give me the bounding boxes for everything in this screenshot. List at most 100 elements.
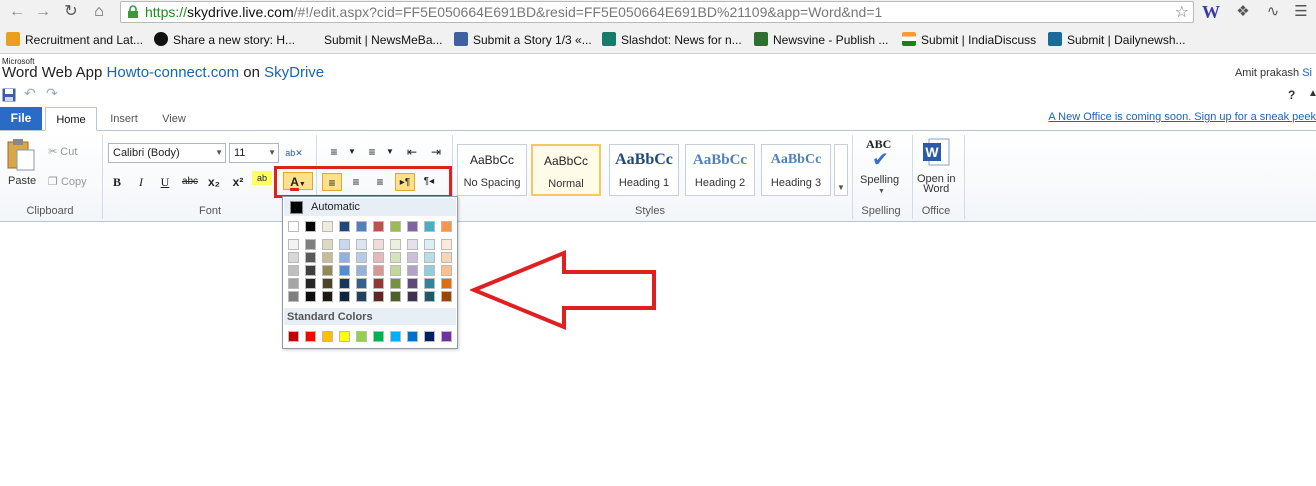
color-swatch[interactable] bbox=[356, 221, 367, 232]
color-swatch[interactable] bbox=[322, 239, 333, 250]
standard-color-swatch[interactable] bbox=[288, 331, 299, 342]
style-heading-1[interactable]: AaBbCc Heading 1 bbox=[609, 144, 679, 196]
more-icon[interactable]: ▲ bbox=[1308, 88, 1316, 99]
color-swatch[interactable] bbox=[407, 252, 418, 263]
color-swatch[interactable] bbox=[339, 291, 350, 302]
standard-color-swatch[interactable] bbox=[305, 331, 316, 342]
increase-indent-icon[interactable]: ⇥ bbox=[426, 143, 446, 161]
font-size-select[interactable]: 11 ▼ bbox=[229, 143, 279, 163]
help-icon[interactable]: ? bbox=[1288, 88, 1295, 102]
color-swatch[interactable] bbox=[339, 278, 350, 289]
numbering-icon[interactable]: ≡ bbox=[362, 143, 382, 161]
color-swatch[interactable] bbox=[356, 239, 367, 250]
color-swatch[interactable] bbox=[407, 265, 418, 276]
color-swatch[interactable] bbox=[305, 291, 316, 302]
new-office-banner-link[interactable]: A New Office is coming soon. Sign up for… bbox=[1048, 111, 1316, 123]
automatic-color-option[interactable]: Automatic bbox=[284, 198, 456, 216]
decrease-indent-icon[interactable]: ⇤ bbox=[402, 143, 422, 161]
color-swatch[interactable] bbox=[322, 252, 333, 263]
color-swatch[interactable] bbox=[339, 221, 350, 232]
color-swatch[interactable] bbox=[424, 278, 435, 289]
color-swatch[interactable] bbox=[288, 252, 299, 263]
save-icon[interactable] bbox=[2, 88, 16, 102]
bold-button[interactable]: B bbox=[107, 173, 127, 191]
star-icon[interactable]: ☆ bbox=[1175, 2, 1189, 22]
color-swatch[interactable] bbox=[288, 278, 299, 289]
color-swatch[interactable] bbox=[407, 291, 418, 302]
bookmark-item[interactable]: Submit a Story 1/3 «... bbox=[454, 30, 592, 50]
color-swatch[interactable] bbox=[305, 265, 316, 276]
color-swatch[interactable] bbox=[424, 265, 435, 276]
color-swatch[interactable] bbox=[373, 291, 384, 302]
color-swatch[interactable] bbox=[373, 278, 384, 289]
redo-icon[interactable]: ↷ bbox=[46, 85, 58, 102]
forward-icon[interactable]: → bbox=[32, 2, 54, 22]
color-swatch[interactable] bbox=[424, 221, 435, 232]
reload-icon[interactable]: ↻ bbox=[60, 2, 82, 22]
color-swatch[interactable] bbox=[305, 278, 316, 289]
color-swatch[interactable] bbox=[373, 265, 384, 276]
color-swatch[interactable] bbox=[441, 265, 452, 276]
color-swatch[interactable] bbox=[322, 221, 333, 232]
color-swatch[interactable] bbox=[441, 239, 452, 250]
open-in-word-button[interactable]: Open in Word bbox=[917, 174, 956, 195]
sign-out-link[interactable]: Si bbox=[1302, 67, 1312, 79]
color-swatch[interactable] bbox=[356, 278, 367, 289]
tab-file[interactable]: File bbox=[0, 107, 42, 130]
spelling-button[interactable]: Spelling bbox=[860, 174, 899, 186]
standard-color-swatch[interactable] bbox=[390, 331, 401, 342]
color-swatch[interactable] bbox=[390, 252, 401, 263]
chevron-down-icon[interactable]: ▼ bbox=[342, 143, 362, 161]
subscript-button[interactable]: x₂ bbox=[204, 173, 224, 191]
bookmark-item[interactable]: Submit | IndiaDiscuss bbox=[902, 30, 1036, 50]
word-icon[interactable]: W bbox=[921, 137, 951, 167]
menu-icon[interactable]: ☰ bbox=[1290, 2, 1312, 22]
standard-color-swatch[interactable] bbox=[424, 331, 435, 342]
color-swatch[interactable] bbox=[288, 265, 299, 276]
bookmark-item[interactable]: Share a new story: H... bbox=[154, 30, 295, 50]
extension-w-icon[interactable]: W bbox=[1200, 2, 1222, 22]
color-swatch[interactable] bbox=[288, 221, 299, 232]
document-link[interactable]: Howto-connect.com bbox=[107, 64, 240, 81]
color-swatch[interactable] bbox=[339, 252, 350, 263]
italic-button[interactable]: I bbox=[131, 173, 151, 191]
skydrive-link[interactable]: SkyDrive bbox=[264, 64, 324, 81]
color-swatch[interactable] bbox=[322, 265, 333, 276]
paste-icon[interactable] bbox=[6, 138, 36, 172]
color-swatch[interactable] bbox=[288, 239, 299, 250]
color-swatch[interactable] bbox=[424, 291, 435, 302]
address-bar[interactable]: https://skydrive.live.com/#!/edit.aspx?c… bbox=[120, 1, 1194, 23]
bullets-icon[interactable]: ≡ bbox=[324, 143, 344, 161]
standard-color-swatch[interactable] bbox=[322, 331, 333, 342]
strikethrough-button[interactable]: abc bbox=[178, 173, 202, 191]
color-swatch[interactable] bbox=[407, 239, 418, 250]
color-swatch[interactable] bbox=[305, 221, 316, 232]
color-swatch[interactable] bbox=[322, 278, 333, 289]
standard-color-swatch[interactable] bbox=[373, 331, 384, 342]
color-swatch[interactable] bbox=[288, 291, 299, 302]
bookmark-item[interactable]: Newsvine - Publish ... bbox=[754, 30, 888, 50]
tab-insert[interactable]: Insert bbox=[102, 107, 146, 131]
home-icon[interactable]: ⌂ bbox=[88, 2, 110, 22]
styles-more-button[interactable]: ▼ bbox=[834, 144, 848, 196]
color-swatch[interactable] bbox=[441, 221, 452, 232]
style-heading-2[interactable]: AaBbCc Heading 2 bbox=[685, 144, 755, 196]
color-swatch[interactable] bbox=[373, 239, 384, 250]
highlight-icon[interactable]: ab bbox=[252, 171, 272, 185]
color-swatch[interactable] bbox=[441, 278, 452, 289]
color-swatch[interactable] bbox=[390, 221, 401, 232]
color-swatch[interactable] bbox=[339, 265, 350, 276]
font-family-select[interactable]: Calibri (Body) ▼ bbox=[108, 143, 226, 163]
bookmark-item[interactable]: Submit | Dailynewsh... bbox=[1048, 30, 1186, 50]
standard-color-swatch[interactable] bbox=[441, 331, 452, 342]
color-swatch[interactable] bbox=[390, 265, 401, 276]
color-swatch[interactable] bbox=[305, 239, 316, 250]
color-swatch[interactable] bbox=[305, 252, 316, 263]
user-name[interactable]: Amit prakash Si bbox=[1235, 67, 1312, 79]
color-swatch[interactable] bbox=[390, 278, 401, 289]
copy-button[interactable]: ❐ Copy bbox=[48, 175, 87, 188]
cut-button[interactable]: ✂ Cut bbox=[48, 145, 77, 158]
standard-color-swatch[interactable] bbox=[339, 331, 350, 342]
color-swatch[interactable] bbox=[339, 239, 350, 250]
bookmark-item[interactable]: Recruitment and Lat... bbox=[6, 30, 143, 50]
